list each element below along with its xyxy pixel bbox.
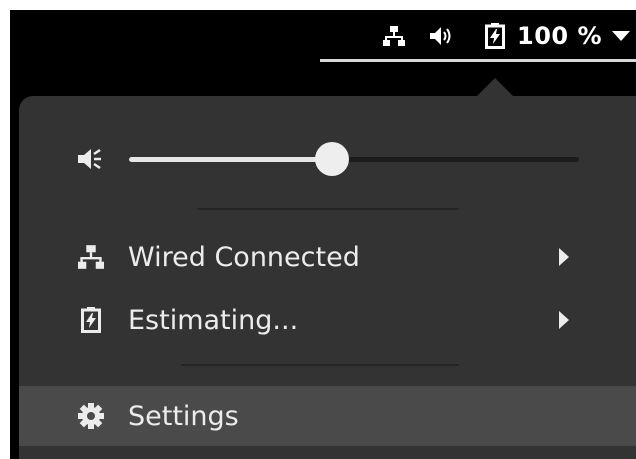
system-tray[interactable]: 100 % — [318, 10, 636, 62]
menu-item-label: Wired Connected — [128, 241, 360, 273]
battery-percentage[interactable]: 100 % — [517, 22, 602, 50]
volume-icon[interactable] — [429, 25, 455, 47]
top-panel: 100 % — [10, 10, 636, 62]
menu-item-power[interactable]: Estimating... — [19, 291, 636, 349]
volume-slider[interactable] — [129, 142, 579, 176]
menu-item-label: Estimating... — [128, 304, 299, 336]
menu-item-settings[interactable]: Settings — [19, 386, 636, 446]
network-wired-icon — [74, 240, 108, 274]
volume-slider-fill — [129, 157, 332, 162]
menu-item-wired[interactable]: Wired Connected — [19, 228, 636, 286]
separator — [181, 364, 459, 366]
gear-icon — [74, 399, 108, 433]
volume-slider-handle[interactable] — [314, 142, 349, 176]
chevron-right-icon — [557, 247, 571, 267]
system-menu: Wired Connected Estimating... Settings — [19, 96, 636, 459]
battery-charging-icon — [74, 303, 108, 337]
network-wired-icon[interactable] — [383, 25, 405, 47]
chevron-right-icon — [557, 310, 571, 330]
separator — [197, 208, 459, 210]
chevron-down-icon[interactable] — [612, 30, 630, 42]
menu-item-label: Settings — [128, 400, 239, 432]
volume-muted-icon[interactable] — [75, 144, 105, 174]
battery-charging-icon[interactable] — [485, 23, 505, 49]
